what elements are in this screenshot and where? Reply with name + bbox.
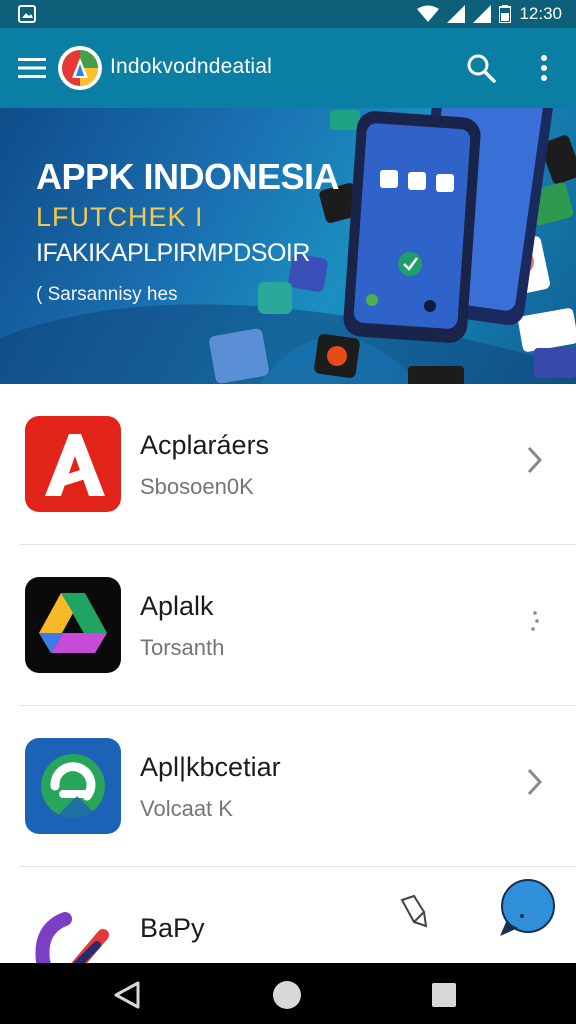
wifi-icon (417, 5, 440, 22)
app-title: Indokvodndeatial (110, 55, 272, 78)
triangle-drive-icon (25, 577, 121, 673)
list-item[interactable]: Aplalk Torsanth (0, 545, 576, 706)
app-name: Apl|kbcetiar (140, 752, 281, 782)
search-icon[interactable] (466, 53, 496, 83)
status-bar: 12:30 (0, 0, 576, 28)
list-item[interactable]: BaPy (0, 867, 576, 964)
chat-bubble-icon[interactable] (496, 878, 556, 938)
app-name: BaPy (140, 913, 205, 943)
banner-line-3: IFAKIKAPLPIRMPDSOIR (36, 239, 310, 267)
more-vert-icon[interactable] (530, 52, 558, 84)
system-nav-bar (0, 963, 576, 1024)
app-subtitle: Volcaat K (140, 796, 233, 821)
recents-icon[interactable] (432, 983, 456, 1007)
app-name: Aplalk (140, 591, 214, 621)
battery-icon (499, 5, 512, 23)
back-icon[interactable] (112, 981, 142, 1009)
more-vert-icon[interactable] (522, 605, 546, 637)
app-subtitle: Sbosoen0K (140, 474, 254, 499)
banner-line-2: LFUTCHEK I (36, 202, 204, 232)
chevron-right-icon[interactable] (522, 766, 546, 798)
purple-swirl-icon (25, 899, 121, 964)
green-circle-icon (25, 738, 121, 834)
banner-text: APPK INDONESIA LFUTCHEK I IFAKIKAPLPIRMP… (36, 156, 340, 306)
list-item[interactable]: Acplaráers Sbosoen0K (0, 384, 576, 545)
list-item[interactable]: Apl|kbcetiar Volcaat K (0, 706, 576, 867)
app-logo (58, 46, 102, 90)
app-bar: Indokvodndeatial (0, 28, 576, 108)
banner-line-4: ( Sarsannisy hes (36, 284, 178, 305)
edit-icon[interactable] (398, 892, 434, 930)
chevron-right-icon[interactable] (522, 444, 546, 476)
app-list: Acplaráers Sbosoen0K Aplalk Torsanth Apl… (0, 384, 576, 964)
banner-title: APPK INDONESIA (36, 156, 340, 197)
home-icon[interactable] (273, 981, 301, 1009)
menu-icon[interactable] (18, 56, 46, 80)
signal-icon (447, 5, 466, 23)
app-subtitle: Torsanth (140, 635, 225, 660)
red-letter-a-icon (25, 416, 121, 512)
hero-banner[interactable]: APPK INDONESIA LFUTCHEK I IFAKIKAPLPIRMP… (0, 108, 576, 384)
gallery-notification-icon (18, 5, 36, 23)
signal-icon-2 (473, 5, 492, 23)
app-name: Acplaráers (140, 430, 270, 460)
status-time: 12:30 (519, 4, 562, 23)
